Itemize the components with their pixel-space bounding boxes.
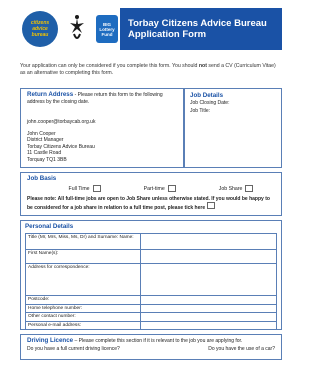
part-time-option[interactable]: Part-time <box>144 185 176 192</box>
logos: citizens advice bureau BIG Lottery Fund <box>20 8 120 50</box>
job-share-checkbox[interactable] <box>245 185 254 192</box>
table-row: Other contact number: <box>24 312 277 322</box>
address-input[interactable] <box>140 263 277 296</box>
section-title: Driving Licence <box>27 337 74 344</box>
table-row: First Name(s): <box>24 249 277 264</box>
citizens-advice-logo: citizens advice bureau <box>22 11 58 47</box>
title-line-2: Application Form <box>128 29 207 40</box>
return-address-section: Return Address - Please return this form… <box>20 88 184 168</box>
home-phone-input[interactable] <box>140 303 277 314</box>
big-lottery-fund-logo: BIG Lottery Fund <box>96 15 118 43</box>
return-postal-address: John Cooper District Manager Torbay Citi… <box>27 131 95 163</box>
table-row: Title (Mr, Mrs, Miss, Ms, Dr) and Surnam… <box>24 233 277 250</box>
job-share-note: Please note: All full-time jobs are open… <box>27 196 270 212</box>
postcode-label: Postcode: <box>24 295 142 305</box>
other-contact-label: Other contact number: <box>24 312 142 322</box>
personal-details-table: Title (Mr, Mrs, Miss, Ms, Dr) and Surnam… <box>24 233 277 331</box>
form-title: Torbay Citizens Advice Bureau Applicatio… <box>120 8 282 50</box>
return-email[interactable]: john.cooper@torbaycab.org.uk <box>27 119 177 125</box>
job-share-option[interactable]: Job Share <box>219 185 254 192</box>
address-label: Address for correspondence: <box>24 263 142 296</box>
job-share-consent-checkbox[interactable] <box>206 202 215 210</box>
form-header: citizens advice bureau BIG Lottery Fund … <box>20 8 282 50</box>
section-title: Personal Details <box>25 223 74 230</box>
first-name-label: First Name(s): <box>24 249 142 264</box>
lottery-hand-icon <box>66 13 88 45</box>
home-phone-label: Home telephone number: <box>24 303 142 314</box>
part-time-checkbox[interactable] <box>167 185 176 192</box>
first-name-input[interactable] <box>140 249 277 264</box>
section-title: Return Address <box>27 91 74 98</box>
licence-question: Do you have a full current driving licen… <box>27 346 120 352</box>
section-title: Job Details <box>190 92 224 99</box>
name-label: Title (Mr, Mrs, Miss, Ms, Dr) and Surnam… <box>24 233 142 250</box>
section-title: Job Basis <box>27 175 57 182</box>
postcode-input[interactable] <box>140 295 277 305</box>
job-basis-section: Job Basis Full Time Part-time Job Share … <box>20 172 282 216</box>
personal-details-section: Personal Details Title (Mr, Mrs, Miss, M… <box>20 220 282 331</box>
title-line-1: Torbay Citizens Advice Bureau <box>128 18 267 29</box>
name-input[interactable] <box>140 233 277 250</box>
car-question: Do you have the use of a car? <box>208 346 275 352</box>
full-time-checkbox[interactable] <box>92 185 101 192</box>
job-details-section: Job Details Job Closing Date: Job Title: <box>184 88 282 168</box>
job-title-field[interactable]: Job Title: <box>190 107 276 115</box>
table-row: Personal e-mail address: <box>24 320 277 331</box>
email-label: Personal e-mail address: <box>24 320 142 331</box>
table-row: Address for correspondence: <box>24 263 277 296</box>
email-input[interactable] <box>140 320 277 331</box>
job-closing-date-field[interactable]: Job Closing Date: <box>190 99 276 107</box>
table-row: Postcode: <box>24 295 277 305</box>
intro-text: Your application can only be considered … <box>20 63 276 76</box>
full-time-option[interactable]: Full Time <box>69 185 101 192</box>
table-row: Home telephone number: <box>24 303 277 314</box>
other-contact-input[interactable] <box>140 312 277 322</box>
driving-licence-section: Driving Licence – Please complete this s… <box>20 334 282 360</box>
